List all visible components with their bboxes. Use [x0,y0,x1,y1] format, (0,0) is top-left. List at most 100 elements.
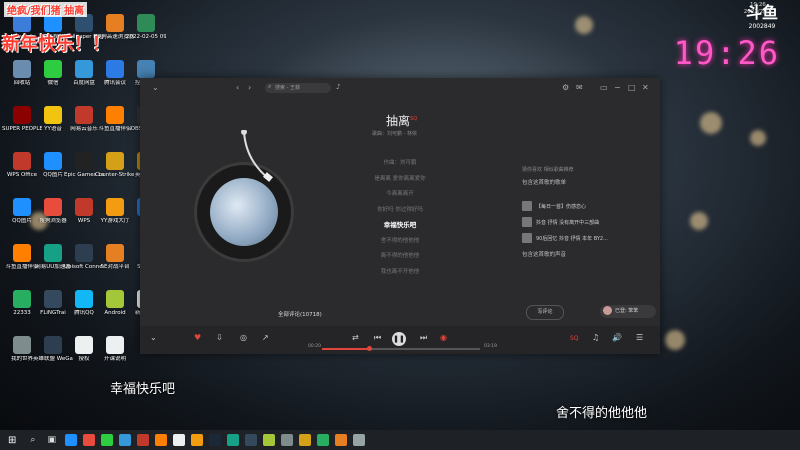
lyric-line[interactable]: 舍不得的他他他 [340,234,460,250]
settings-icon[interactable]: ⚙ [562,83,569,92]
volume-icon[interactable]: 🔊 [612,333,622,342]
user-pill[interactable]: 已登: 笨笨 [600,305,656,318]
download-icon[interactable]: ⇩ [216,333,223,342]
taskbar-app-icon[interactable] [82,434,95,446]
logo-room-id: 2002849 [748,23,776,30]
app-icon [13,106,31,124]
desktop-icon[interactable]: 开课说明 [95,336,135,363]
lyric-line[interactable]: 作曲：刘可鹏 [340,156,460,172]
app-icon [13,198,31,216]
taskbar-app-icon[interactable] [262,434,275,446]
stream-greeting: 新年快乐！！ [2,34,110,55]
song-title: 抽离SQ [386,114,418,128]
time-current: 00:20 [308,344,321,349]
windows-start-icon[interactable]: ⊞ [8,435,16,446]
taskbar-app-icon[interactable] [154,434,167,446]
taskbar-app-icon[interactable] [334,434,347,446]
shuffle-icon[interactable]: ⇄ [352,333,359,342]
quality-icon[interactable]: SQ [570,335,579,342]
close-icon[interactable]: ✕ [642,83,649,92]
prev-icon[interactable]: ⏮ [374,333,381,343]
chevron-down-icon[interactable]: ⌄ [150,333,157,342]
taskbar-app-icon[interactable] [190,434,203,446]
desktop-icon-label: 开课说明 [103,356,126,362]
taskbar-app-icon[interactable] [298,434,311,446]
app-icon [44,106,62,124]
lyric-line[interactable]: 离不得的他他他 [340,249,460,265]
taskbar: ⊞ ⌕ ▣ [0,430,800,450]
app-icon [75,152,93,170]
app-icon [13,152,31,170]
mail-icon[interactable]: ✉ [576,83,583,92]
taskbar-app-icon[interactable] [208,434,221,446]
taskbar-app-icon[interactable] [172,434,185,446]
search-icon[interactable]: ⌕ [30,435,35,445]
taskbar-app-icon[interactable] [280,434,293,446]
minimize-icon[interactable]: − [614,83,621,92]
sidebar-tags[interactable]: 猜你喜欢 相似歌曲推荐 [522,166,574,173]
taskbar-app-icon[interactable] [64,434,77,446]
app-icon [44,336,62,354]
mini-mode-icon[interactable]: ▭ [600,83,608,92]
search-input[interactable]: 搜索 - 王菲 [265,83,331,93]
app-icon [137,14,155,32]
comment-icon[interactable]: ◎ [240,333,247,342]
taskbar-app-icon[interactable] [136,434,149,446]
effects-icon[interactable]: ♫ [592,333,599,342]
app-icon [106,290,124,308]
app-icon [44,198,62,216]
music-player-window: ⌄ ‹ › 搜索 - 王菲 ⌕ ♪ ⚙ ✉ ▭ − □ ✕ 抽离SQ 歌曲：刘可… [140,78,660,354]
lyric-line-active[interactable]: 幸福快乐吧 [340,218,460,234]
related-playlist-item[interactable]: 90后回忆 抖音 抒情 本年 BY2... [522,232,642,244]
pause-button[interactable]: ❚❚ [392,332,406,346]
taskbar-app-icon[interactable] [100,434,113,446]
lyric-line[interactable]: 你好吗 你过得好吗 [340,203,460,219]
share-icon[interactable]: ↗ [262,333,269,342]
overlay-clock: 19:26 [673,34,780,72]
app-icon [106,152,124,170]
playlist-title: 抖音 抒情 没有离开中三部曲 [536,219,600,226]
app-icon [13,244,31,262]
taskbar-app-icon[interactable] [226,434,239,446]
next-icon[interactable]: ⏭ [420,333,427,343]
lyric-line[interactable]: 是离离 爱你离离爱你 [340,172,460,188]
playlist-title: 【每日一首】伤感恋心 [536,203,587,210]
task-view-icon[interactable]: ▣ [47,435,56,445]
write-comment-button[interactable]: 写评论 [526,305,564,320]
taskbar-app-icon[interactable] [118,434,131,446]
playlist-icon[interactable]: ☰ [636,333,643,342]
like-heart-icon[interactable]: ♥ [194,333,201,342]
comments-count[interactable]: 全部评论(10718) [278,310,322,318]
app-icon [75,106,93,124]
tray-clock[interactable]: 19:26 2022/2/14 [744,2,772,16]
app-icon [75,198,93,216]
fm-icon[interactable]: ◉ [440,333,447,342]
app-icon [75,290,93,308]
app-icon [106,244,124,262]
related-playlist-item[interactable]: 【每日一首】伤感恋心 [522,200,642,212]
app-icon [106,198,124,216]
forward-icon[interactable]: › [248,83,251,92]
progress-bar[interactable] [322,346,480,351]
mic-icon[interactable]: ♪ [336,83,340,91]
playlist-thumbnail [522,201,532,211]
lyric-line[interactable]: 今离离离开 [340,187,460,203]
playlist-thumbnail [522,217,532,227]
collapse-icon[interactable]: ⌄ [152,83,159,92]
lyric-line[interactable]: 我也离不开他他 [340,265,460,281]
progress-fill [322,348,370,350]
tonearm [241,130,273,182]
progress-knob[interactable] [367,346,373,351]
related-playlist-item[interactable]: 抖音 抒情 没有离开中三部曲 [522,216,642,228]
taskbar-app-icon[interactable] [244,434,257,446]
desktop-icon[interactable]: 2022-02-05 09:49 [126,14,166,41]
back-icon[interactable]: ‹ [236,83,239,92]
app-icon [137,60,155,78]
subtitle-right: 舍不得的他他他 [556,406,648,421]
maximize-icon[interactable]: □ [628,83,636,92]
taskbar-app-icon[interactable] [352,434,365,446]
app-icon [106,106,124,124]
playlist-section-title: 包含这首歌的歌单 [522,180,567,186]
bokeh-light [665,330,685,350]
taskbar-app-icon[interactable] [316,434,329,446]
